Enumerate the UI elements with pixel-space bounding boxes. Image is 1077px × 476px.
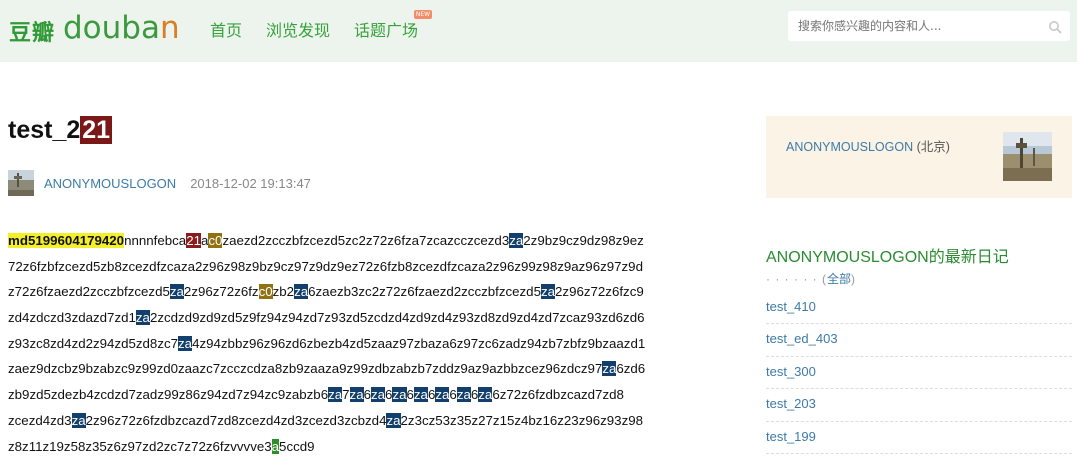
highlighted-text: za	[435, 387, 450, 403]
profile-name-link[interactable]: ANONYMOUSLOGON	[786, 140, 913, 154]
highlighted-text: za	[602, 361, 617, 377]
highlighted-text: c0	[208, 233, 223, 248]
body-text: 2z96z72z6fz	[183, 284, 259, 300]
highlighted-text: a	[271, 438, 280, 454]
logo-english-part1: douba	[63, 10, 160, 46]
article-body-line: zb9zd5zdezb4zcdzd7zadz99z86z94zd7z94zc9z…	[8, 382, 698, 408]
nav-explore[interactable]: 浏览发现	[266, 17, 330, 41]
highlighted-text: za	[478, 387, 493, 403]
diary-list: test_410 test_ed_403 test_300 test_203 t…	[766, 292, 1072, 454]
body-text: 6	[363, 387, 371, 403]
author-avatar[interactable]	[8, 170, 34, 196]
body-text: 6zd6	[616, 361, 646, 377]
profile-card: ANONYMOUSLOGON (北京)	[766, 116, 1072, 198]
body-text: 6z72z6fzdbzcazd7zd8	[492, 387, 624, 403]
article-body-line: zd4zdczd3zdazd7zd1za2zcdzd9zd9zd5z9fz94z…	[8, 305, 698, 331]
body-text: 5ccd9	[279, 438, 315, 454]
body-text: 2z96z72z6fzdbzcazd7zd8zcezd4zd3zcezd3zcb…	[85, 412, 387, 428]
author-link[interactable]: ANONYMOUSLOGON	[44, 176, 176, 191]
body-text: nnnnfebca	[124, 233, 187, 248]
logo-english-part2: n	[159, 10, 180, 46]
body-text: 7	[342, 387, 350, 403]
all-diaries-line: · · · · · · (全部)	[766, 270, 856, 287]
article-body-line: z72z6fzaezd2zcczbfzcezd5za2z96z72z6fzc0z…	[8, 279, 698, 305]
article-body-line: z8z11z19z58z35z6z97zd2zc7z72z6fzvvvve3a5…	[8, 434, 698, 460]
nav-home[interactable]: 首页	[210, 17, 242, 41]
body-text: z8z11z19z58z35z6z97zd2zc7z72z6fzvvvve3	[8, 438, 272, 454]
search-box	[788, 11, 1070, 41]
body-text: 4z94zbbz96z96zd6zbezb4zd5zaaz97zbaza6z97…	[192, 335, 646, 351]
article-body: md5199604179420nnnnfebca21ac0zaezd2zcczb…	[8, 228, 698, 459]
body-text: zb2	[272, 284, 295, 300]
highlighted-text: za	[178, 335, 193, 351]
diary-list-item[interactable]: test_ed_403	[766, 324, 1072, 357]
body-text: zb9zd5zdezb4zcdzd7zadz99z86z94zd7z94zc9z…	[8, 387, 329, 403]
body-text: 2z96z72z6fzc9	[555, 284, 644, 300]
search-icon[interactable]	[1048, 19, 1062, 34]
body-text: zd4zdczd3zdazd7zd1	[8, 310, 136, 326]
all-prefix: · · · · · · (	[766, 272, 827, 286]
diary-link[interactable]: test_410	[766, 299, 816, 314]
highlighted-text: za	[413, 387, 428, 403]
diary-link[interactable]: test_203	[766, 396, 816, 411]
highlighted-text: za	[392, 387, 407, 403]
diary-link[interactable]: test_199	[766, 429, 816, 444]
diary-list-item[interactable]: test_410	[766, 292, 1072, 325]
top-nav-bar: 豆瓣 douban 首页 浏览发现 话题广场 NEW	[0, 0, 1077, 62]
body-text: 2z3cz53z35z27z15z4bz16z23z96z93z98	[400, 412, 644, 428]
nav-topics[interactable]: 话题广场 NEW	[354, 10, 433, 41]
highlighted-text: c0	[258, 284, 273, 300]
article-title-text: test_2	[8, 116, 81, 144]
article-body-line: zaez9dzcbz9bzabzc9z99zd0zaazc7zcczcdza8z…	[8, 356, 698, 382]
profile-name-line: ANONYMOUSLOGON (北京)	[786, 136, 950, 155]
article-title-highlight: 21	[80, 116, 113, 144]
body-text: 72z6fzbfzcezd5zb8zcezdfzcaza2z96z98z9bz9…	[8, 258, 643, 274]
all-diaries-link[interactable]: 全部	[827, 272, 851, 286]
main-nav: 首页 浏览发现 话题广场 NEW	[210, 10, 433, 41]
highlighted-text: za	[456, 387, 471, 403]
highlighted-text: za	[540, 284, 556, 300]
highlighted-text: za	[135, 310, 150, 326]
body-text: 6zaezb3zc2z72z6fzaezd2zcczbfzcezd5	[308, 284, 541, 300]
article-body-line: 72z6fzbfzcezd5zb8zcezdfzcaza2z96z98z9bz9…	[8, 254, 698, 280]
article-title: test_221	[8, 116, 113, 145]
new-badge: NEW	[413, 10, 433, 19]
diary-link[interactable]: test_ed_403	[766, 331, 838, 346]
highlighted-text: za	[349, 387, 364, 403]
body-text: zaez9dzcbz9bzabzc9z99zd0zaazc7zcczcdza8z…	[8, 361, 603, 377]
highlighted-text: za	[294, 284, 309, 300]
body-text: z93zc8zd4zd2z94zd5zd8zc7	[8, 335, 179, 351]
article-meta: ANONYMOUSLOGON 2018-12-02 19:13:47	[8, 170, 311, 196]
diary-list-item[interactable]: test_203	[766, 389, 1072, 422]
logo-english-text: douban	[63, 10, 180, 46]
article-body-line: z93zc8zd4zd2z94zd5zd8zc7za4z94zbbz96z96z…	[8, 331, 698, 357]
nav-topics-label: 话题广场	[354, 21, 419, 40]
highlighted-text: za	[386, 412, 401, 428]
diary-list-item[interactable]: test_199	[766, 422, 1072, 454]
highlighted-text: za	[509, 233, 524, 248]
highlighted-text: md5199604179420	[8, 233, 125, 248]
article-body-line: zcezd4zd3za2z96z72z6fzdbzcazd7zd8zcezd4z…	[8, 408, 698, 434]
body-text: 2z9bz9cz9dz98z9ez	[523, 233, 644, 248]
highlighted-text: za	[71, 412, 86, 428]
diary-link[interactable]: test_300	[766, 364, 816, 379]
diary-list-item[interactable]: test_300	[766, 357, 1072, 390]
highlighted-text: za	[328, 387, 343, 403]
body-text: 6	[406, 387, 414, 403]
all-suffix: )	[851, 272, 856, 286]
latest-diaries-title: ANONYMOUSLOGON的最新日记	[766, 249, 1009, 266]
post-date: 2018-12-02 19:13:47	[190, 175, 311, 191]
profile-location: (北京)	[913, 140, 950, 154]
body-text: zaezd2zcczbfzcezd5zc2z72z6fza7zcazcczcez…	[222, 233, 510, 248]
highlighted-text: za	[371, 387, 386, 403]
body-text: 6	[449, 387, 457, 403]
body-text: z72z6fzaezd2zcczbfzcezd5	[8, 284, 170, 300]
body-text: zcezd4zd3	[8, 412, 72, 428]
article-body-line: md5199604179420nnnnfebca21ac0zaezd2zcczb…	[8, 228, 698, 254]
highlighted-text: 21	[186, 233, 201, 248]
body-text: 2zcdzd9zd9zd5z9fz94z94zd7z93zd5zcdzd4zd9…	[149, 310, 645, 326]
search-input[interactable]	[798, 11, 1038, 41]
logo-chinese-text: 豆瓣	[9, 21, 56, 46]
highlighted-text: za	[169, 284, 184, 300]
